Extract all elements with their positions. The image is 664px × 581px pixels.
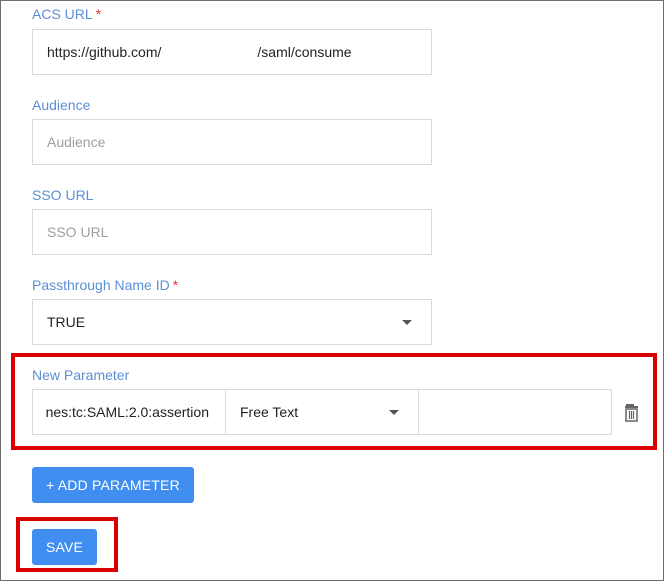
acs-url-value-suffix: ⁠/saml/consume: [257, 44, 352, 60]
new-parameter-label: New Parameter: [32, 367, 130, 383]
trash-icon[interactable]: [623, 403, 640, 423]
parameter-name-input[interactable]: nes:tc:SAML:2.0:assertion: [32, 389, 226, 435]
required-mark: *: [172, 277, 179, 293]
audience-label: Audience: [32, 97, 91, 113]
audience-input[interactable]: Audience: [32, 119, 432, 165]
save-button[interactable]: SAVE: [32, 529, 97, 565]
parameter-type-select[interactable]: Free Text: [225, 389, 419, 435]
parameter-type-value: Free Text: [240, 404, 299, 420]
passthrough-name-id-label: Passthrough Name ID *: [32, 277, 178, 293]
parameter-value-input[interactable]: [418, 389, 612, 435]
sso-url-label: SSO URL: [32, 187, 94, 203]
passthrough-name-id-select[interactable]: TRUE: [32, 299, 432, 345]
add-parameter-button[interactable]: + ADD PARAMETER: [32, 467, 194, 503]
passthrough-label-text: Passthrough Name ID: [32, 277, 170, 293]
passthrough-selected-value: TRUE: [47, 314, 86, 330]
acs-url-value-prefix: https://github.com/: [47, 44, 162, 60]
chevron-down-icon: [402, 320, 412, 325]
sso-url-input[interactable]: SSO URL: [32, 209, 432, 255]
audience-placeholder: Audience: [47, 134, 106, 150]
required-mark: *: [95, 6, 102, 22]
parameter-name-value: nes:tc:SAML:2.0:assertion: [45, 404, 209, 420]
sso-url-placeholder: SSO URL: [47, 224, 109, 240]
chevron-down-icon: [389, 410, 399, 415]
acs-url-label: ACS URL *: [32, 6, 101, 22]
acs-url-input[interactable]: https://github.com/ ⁠/saml/consume: [32, 29, 432, 75]
acs-url-label-text: ACS URL: [32, 6, 93, 22]
